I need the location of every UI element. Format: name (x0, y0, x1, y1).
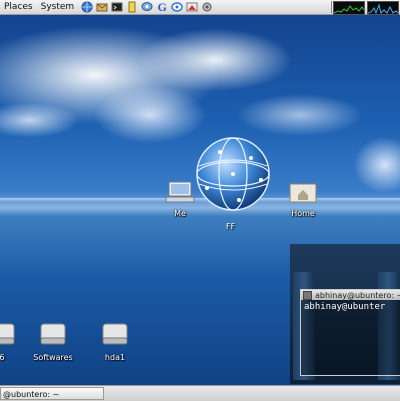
cpu-monitor[interactable] (333, 1, 365, 15)
terminal-prompt: abhinay@ubunter (304, 302, 386, 312)
desktop-icon-home[interactable]: Home (273, 180, 333, 218)
terminal-icon[interactable] (111, 1, 123, 13)
panel-separator (331, 1, 332, 13)
chat-icon[interactable] (141, 1, 153, 13)
screenshot-icon[interactable] (186, 1, 198, 13)
terminal-titlebar[interactable]: abhinay@ubuntero: ~ (301, 290, 400, 300)
desktop-icon-ff[interactable] (193, 136, 273, 216)
desktop-icon-label: Softwares (33, 353, 73, 362)
web-icon[interactable] (171, 1, 183, 13)
home-folder-icon (289, 183, 317, 203)
terminal-window[interactable]: abhinay@ubuntero: ~ abhinay@ubunter (300, 289, 400, 376)
desktop-icon-label: hda1 (104, 353, 126, 362)
google-glyph: G (157, 0, 167, 14)
desktop-icon-label: FF (226, 222, 236, 231)
globe-icon[interactable] (81, 1, 93, 13)
desktop-icon-hda1[interactable]: hda1 (85, 322, 145, 362)
menu-places[interactable]: Places (0, 0, 37, 14)
bottom-panel: @ubuntero: ~ (0, 385, 400, 401)
computer-icon (165, 181, 195, 203)
desktop-icon-label: Home (291, 209, 315, 218)
google-icon[interactable]: G (156, 1, 168, 13)
settings-icon[interactable] (201, 1, 213, 13)
launcher-bar: G (81, 1, 216, 13)
menu-system[interactable]: System (37, 0, 79, 14)
mail-icon[interactable] (96, 1, 108, 13)
drive-icon (102, 323, 128, 345)
desktop-icon-softwares[interactable]: Softwares (23, 322, 83, 362)
taskbar-button-terminal[interactable]: @ubuntero: ~ (0, 387, 104, 400)
drive-icon (40, 323, 66, 345)
globe-icon (196, 137, 270, 211)
drive-icon (0, 323, 15, 345)
top-panel: Places System G (0, 0, 400, 15)
file-icon[interactable] (126, 1, 138, 13)
terminal-body[interactable]: abhinay@ubunter (301, 300, 400, 314)
network-monitor[interactable] (367, 1, 399, 15)
terminal-title: abhinay@ubuntero: ~ (315, 290, 400, 300)
window-menu-icon[interactable] (303, 290, 312, 300)
